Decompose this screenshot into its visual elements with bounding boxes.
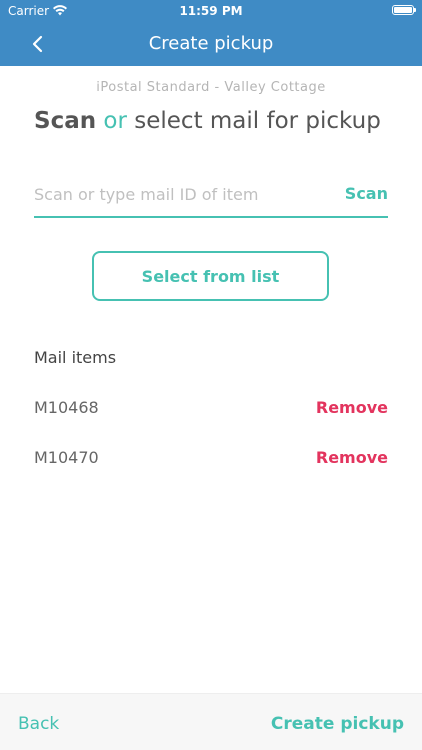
list-item: M10468 Remove [34, 398, 388, 422]
list-item: M10470 Remove [34, 448, 388, 472]
mail-id-label: M10470 [34, 448, 99, 467]
remove-button[interactable]: Remove [316, 398, 388, 417]
mail-items-title: Mail items [34, 348, 117, 367]
mail-id-input[interactable] [34, 176, 324, 212]
heading-scan-word: Scan [34, 108, 97, 134]
page-title: Create pickup [148, 33, 274, 54]
status-bar: Carrier 11:59 PM [0, 0, 422, 22]
create-pickup-button[interactable]: Create pickup [271, 714, 404, 734]
battery-icon [392, 5, 416, 15]
status-time: 11:59 PM [179, 4, 243, 18]
heading-or-word: or [103, 108, 127, 134]
bottom-toolbar: Back Create pickup [0, 693, 422, 750]
scan-button[interactable]: Scan [345, 184, 388, 203]
scan-heading: Scan or select mail for pickup [34, 108, 381, 134]
navigation-bar: Carrier 11:59 PM Create pickup [0, 0, 422, 66]
mail-id-field: Scan [34, 176, 388, 218]
location-subtitle: iPostal Standard - Valley Cottage [96, 80, 326, 95]
mail-id-label: M10468 [34, 398, 99, 417]
select-from-list-button[interactable]: Select from list [92, 251, 329, 301]
back-button[interactable]: Back [18, 714, 59, 734]
heading-rest: select mail for pickup [134, 108, 381, 134]
remove-button[interactable]: Remove [316, 448, 388, 467]
